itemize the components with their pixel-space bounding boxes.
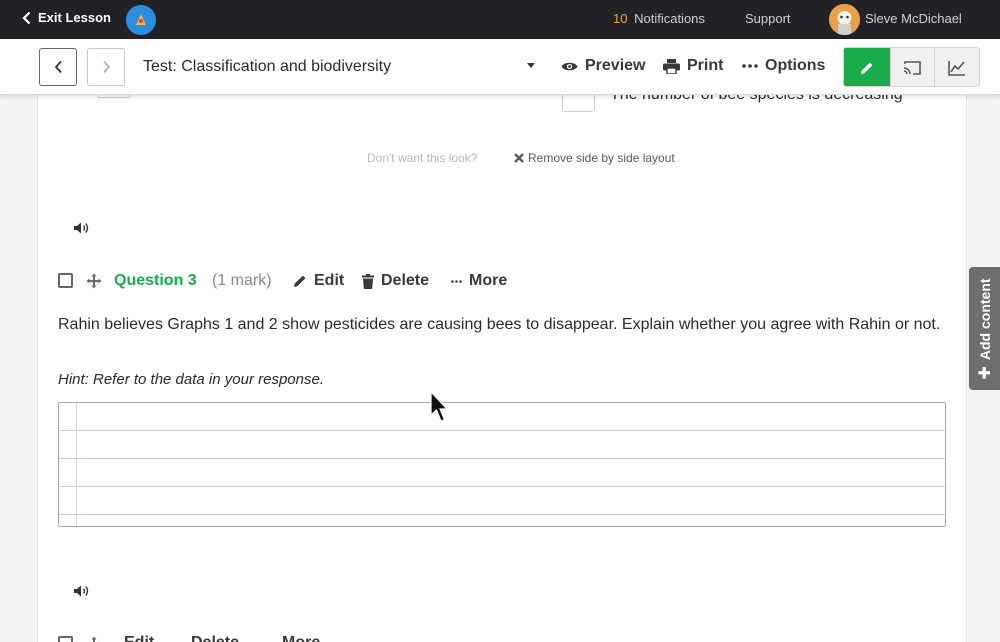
notifications-count: 10 (613, 11, 628, 26)
side-by-side-note: Don't want this look? (367, 151, 478, 165)
preview-button[interactable]: Preview (561, 57, 645, 75)
more-question-button[interactable]: More (282, 634, 320, 642)
user-name[interactable]: Sleve McDichael (865, 11, 962, 26)
more-dots-icon (451, 279, 462, 283)
edit-label: Edit (124, 634, 154, 642)
present-mode-button[interactable] (889, 48, 935, 86)
question-select-checkbox[interactable] (58, 273, 73, 288)
line-chart-icon (948, 61, 966, 76)
delete-label: Delete (191, 634, 239, 642)
app-logo-icon[interactable] (126, 5, 156, 35)
preview-label: Preview (585, 57, 646, 74)
edit-label: Edit (314, 272, 345, 289)
previous-button[interactable] (39, 48, 77, 86)
delete-label: Delete (381, 272, 430, 289)
delete-question-button[interactable]: Delete (191, 634, 239, 642)
chevron-left-icon (22, 11, 31, 24)
more-label: More (469, 272, 508, 289)
more-label: More (282, 634, 320, 642)
support-link[interactable]: Support (745, 11, 791, 26)
remove-side-by-side-button[interactable]: Remove side by side layout (513, 151, 675, 165)
edit-question-button[interactable]: Edit (124, 634, 154, 642)
lesson-toolbar: Test: Classification and biodiversity Pr… (0, 39, 1000, 95)
notifications-label: Notifications (634, 11, 705, 26)
add-content-label-wrap: ✚ Add content (975, 278, 995, 379)
question-hint: Hint: Refer to the data in your response… (58, 371, 324, 388)
close-icon (514, 153, 524, 163)
answer-textarea[interactable] (58, 402, 946, 527)
options-label: Options (765, 57, 826, 74)
add-content-tab[interactable]: ✚ Add content (969, 267, 1000, 390)
options-button[interactable]: Options (742, 57, 825, 75)
cast-screen-icon (903, 61, 921, 75)
answer-margin-line (76, 403, 77, 526)
chevron-right-icon (102, 60, 110, 74)
more-dots-icon (742, 64, 758, 68)
lesson-content-card (37, 95, 967, 642)
analytics-mode-button[interactable] (934, 48, 979, 86)
edit-question-button[interactable]: Edit (293, 272, 344, 290)
question-marks: (1 mark) (212, 272, 272, 289)
remove-layout-label: Remove side by side layout (528, 151, 675, 165)
speaker-icon[interactable] (73, 584, 91, 598)
print-button[interactable]: Print (663, 57, 723, 75)
pencil-icon (860, 62, 873, 74)
answer-ruled-line (59, 458, 945, 459)
pencil-icon (294, 275, 306, 287)
move-icon[interactable] (86, 636, 102, 642)
caret-down-icon[interactable] (527, 63, 535, 68)
next-button[interactable] (87, 48, 125, 86)
printer-icon (663, 58, 680, 74)
question-title: Question 3 (114, 272, 197, 289)
move-icon[interactable] (86, 273, 102, 289)
add-content-label: Add content (976, 277, 993, 360)
question-select-checkbox[interactable] (58, 636, 73, 642)
lesson-title[interactable]: Test: Classification and biodiversity (143, 58, 391, 76)
speaker-icon[interactable] (73, 221, 91, 235)
chevron-left-icon (54, 60, 62, 74)
answer-ruled-line (59, 430, 945, 431)
trash-icon (362, 273, 374, 289)
top-bar: Exit Lesson 10 Notifications Support Sle… (0, 0, 1000, 39)
exit-lesson-label: Exit Lesson (38, 10, 111, 25)
view-mode-group (843, 47, 980, 87)
mouse-cursor-icon (430, 391, 449, 422)
avatar[interactable] (829, 4, 860, 35)
notifications-link[interactable]: 10 Notifications (613, 11, 705, 26)
plus-icon: ✚ (976, 365, 994, 380)
exit-lesson-button[interactable]: Exit Lesson (22, 10, 111, 25)
eye-icon (561, 62, 578, 70)
answer-ruled-line (59, 514, 945, 515)
delete-question-button[interactable]: Delete (362, 272, 429, 290)
answer-ruled-line (59, 486, 945, 487)
question-text: Rahin believes Graphs 1 and 2 show pesti… (58, 316, 941, 333)
edit-mode-button[interactable] (844, 48, 890, 86)
print-label: Print (687, 57, 724, 74)
more-question-button[interactable]: More (451, 272, 507, 290)
